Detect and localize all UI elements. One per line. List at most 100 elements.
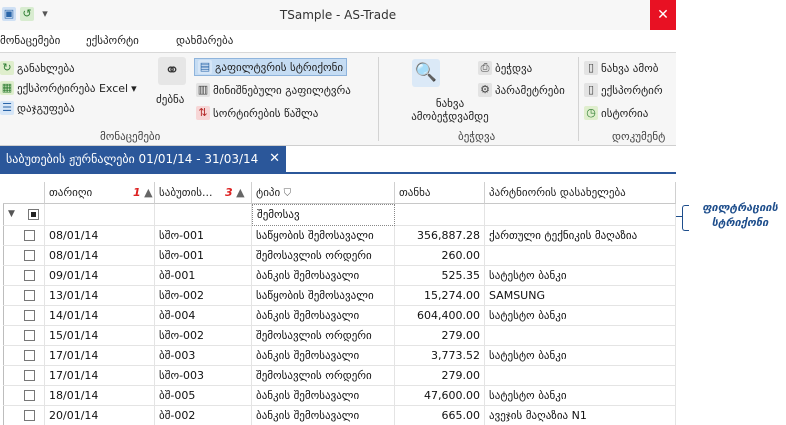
cell-date[interactable]: 20/01/14	[45, 406, 155, 425]
cell-partner[interactable]: SAMSUNG	[485, 286, 676, 306]
filter-cell-partner[interactable]	[485, 204, 676, 226]
row-checkbox[interactable]	[24, 390, 35, 401]
cell-doc[interactable]: ბშ-002	[155, 406, 252, 425]
row-checkbox[interactable]	[24, 370, 35, 381]
cell-amount[interactable]: 260.00	[395, 246, 485, 266]
cell-type[interactable]: შემოსავლის ორდერი	[252, 246, 395, 266]
cell-doc[interactable]: სშო-001	[155, 226, 252, 246]
row-checkbox[interactable]	[24, 410, 35, 421]
table-row[interactable]: 08/01/14 სშო-001 შემოსავლის ორდერი 260.00	[0, 246, 676, 266]
table-row[interactable]: 18/01/14 ბშ-005 ბანკის შემოსავალი 47,600.00…	[0, 386, 676, 406]
doc-export-button[interactable]: ▯ ექსპორტირ	[584, 83, 663, 97]
cell-doc[interactable]: ბშ-005	[155, 386, 252, 406]
column-header-type[interactable]: ტიპი ⛉	[252, 182, 395, 204]
cell-partner[interactable]: ქართული ტექნიკის მაღაზია	[485, 226, 676, 246]
table-row[interactable]: 17/01/14 ბშ-003 ბანკის შემოსავალი 3,773.52 ს…	[0, 346, 676, 366]
cell-type[interactable]: ბანკის შემოსავალი	[252, 306, 395, 326]
cell-type[interactable]: საწყობის შემოსავალი	[252, 226, 395, 246]
cell-date[interactable]: 08/01/14	[45, 226, 155, 246]
cell-amount[interactable]: 279.00	[395, 366, 485, 386]
row-checkbox[interactable]	[24, 330, 35, 341]
print-button[interactable]: ⎙ ბეჭდვა	[478, 61, 532, 75]
history-button[interactable]: ◷ ისტორია	[584, 106, 648, 120]
cell-amount[interactable]: 47,600.00	[395, 386, 485, 406]
filter-cell-doc[interactable]	[155, 204, 252, 226]
cell-doc[interactable]: ბშ-001	[155, 266, 252, 286]
cell-type[interactable]: შემოსავლის ორდერი	[252, 326, 395, 346]
row-checkbox[interactable]	[24, 250, 35, 261]
cell-type[interactable]: საწყობის შემოსავალი	[252, 286, 395, 306]
cell-amount[interactable]: 525.35	[395, 266, 485, 286]
table-row[interactable]: 09/01/14 ბშ-001 ბანკის შემოსავალი 525.35 სატ…	[0, 266, 676, 286]
cell-type[interactable]: ბანკის შემოსავალი	[252, 406, 395, 425]
table-row[interactable]: 14/01/14 ბშ-004 ბანკის შემოსავალი 604,400.0…	[0, 306, 676, 326]
filter-cell-amount[interactable]	[395, 204, 485, 226]
row-checkbox[interactable]	[24, 310, 35, 321]
cell-partner[interactable]: სატესტო ბანკი	[485, 346, 676, 366]
tab-journal[interactable]: საბუთების ჟურნალები 01/01/14 - 31/03/14 …	[0, 146, 286, 172]
cell-type[interactable]: ბანკის შემოსავალი	[252, 346, 395, 366]
cell-date[interactable]: 14/01/14	[45, 306, 155, 326]
clear-sort-button[interactable]: ⇅ სორტირების წაშლა	[196, 106, 318, 120]
cell-doc[interactable]: სშო-001	[155, 246, 252, 266]
cell-partner[interactable]: სატესტო ბანკი	[485, 306, 676, 326]
cell-date[interactable]: 17/01/14	[45, 346, 155, 366]
cell-partner[interactable]: სატესტო ბანკი	[485, 386, 676, 406]
cell-amount[interactable]: 15,274.00	[395, 286, 485, 306]
filter-funnel-icon[interactable]: ⛉	[284, 188, 292, 199]
cell-doc[interactable]: სშო-002	[155, 326, 252, 346]
cell-date[interactable]: 15/01/14	[45, 326, 155, 346]
cell-doc[interactable]: სშო-002	[155, 286, 252, 306]
cell-date[interactable]: 09/01/14	[45, 266, 155, 286]
print-preview-button[interactable]: ნახვა ამობეჭდვამდე	[410, 97, 490, 123]
export-excel-button[interactable]: ▦ ექსპორტირება Excel ▾	[0, 81, 137, 95]
search-button[interactable]: ძებნა	[156, 93, 184, 106]
table-row[interactable]: 08/01/14 სშო-001 საწყობის შემოსავალი 356,88…	[0, 226, 676, 246]
table-row[interactable]: 17/01/14 სშო-003 შემოსავლის ორდერი 279.00	[0, 366, 676, 386]
table-row[interactable]: 15/01/14 სშო-002 შემოსავლის ორდერი 279.00	[0, 326, 676, 346]
cell-doc[interactable]: სშო-003	[155, 366, 252, 386]
cell-partner[interactable]	[485, 366, 676, 386]
cell-amount[interactable]: 279.00	[395, 326, 485, 346]
min-filter-button[interactable]: ▥ მინიშნებული გაფილტვრა	[196, 83, 351, 97]
cell-doc[interactable]: ბშ-004	[155, 306, 252, 326]
column-header-partner[interactable]: პარტნიორის დასახელება	[485, 182, 676, 204]
cell-date[interactable]: 17/01/14	[45, 366, 155, 386]
print-params-button[interactable]: ⚙ პარამეტრები	[478, 83, 565, 97]
row-checkbox[interactable]	[24, 230, 35, 241]
menu-data[interactable]: მონაცემები	[0, 34, 60, 47]
menu-help[interactable]: დახმარება	[176, 34, 233, 47]
cell-type[interactable]: ბანკის შემოსავალი	[252, 266, 395, 286]
cell-amount[interactable]: 3,773.52	[395, 346, 485, 366]
row-checkbox[interactable]	[24, 290, 35, 301]
select-all-checkbox[interactable]	[28, 209, 39, 220]
column-header-date[interactable]: თარიღი 1 ▲	[45, 182, 155, 204]
row-checkbox[interactable]	[24, 350, 35, 361]
cell-date[interactable]: 18/01/14	[45, 386, 155, 406]
column-header-amount[interactable]: თანხა	[395, 182, 485, 204]
cell-amount[interactable]: 604,400.00	[395, 306, 485, 326]
refresh-button[interactable]: ↻ განახლება	[0, 61, 75, 75]
row-checkbox[interactable]	[24, 270, 35, 281]
cell-type[interactable]: ბანკის შემოსავალი	[252, 386, 395, 406]
group-button[interactable]: ☰ დაჯგუფება	[0, 101, 75, 115]
cell-partner[interactable]	[485, 326, 676, 346]
cell-date[interactable]: 08/01/14	[45, 246, 155, 266]
menu-export[interactable]: ექსპორტი	[86, 34, 139, 47]
close-window-button[interactable]: ✕	[650, 0, 676, 30]
filter-cell-date[interactable]	[45, 204, 155, 226]
close-tab-icon[interactable]: ✕	[269, 146, 280, 172]
filter-cell-type[interactable]: შემოსავ	[252, 204, 395, 226]
cell-amount[interactable]: 356,887.28	[395, 226, 485, 246]
cell-doc[interactable]: ბშ-003	[155, 346, 252, 366]
cell-date[interactable]: 13/01/14	[45, 286, 155, 306]
table-row[interactable]: 20/01/14 ბშ-002 ბანკის შემოსავალი 665.00 ავე…	[0, 406, 676, 425]
column-header-doc[interactable]: საბუთის... 3 ▲	[155, 182, 252, 204]
cell-type[interactable]: შემოსავლის ორდერი	[252, 366, 395, 386]
doc-view-button[interactable]: ▯ ნახვა ამობ	[584, 61, 658, 75]
table-row[interactable]: 13/01/14 სშო-002 საწყობის შემოსავალი 15,274…	[0, 286, 676, 306]
filter-row-button[interactable]: ▤ გაფილტვრის სტრიქონი	[194, 58, 348, 76]
cell-partner[interactable]: ავეჯის მაღაზია N1	[485, 406, 676, 425]
cell-amount[interactable]: 665.00	[395, 406, 485, 425]
cell-partner[interactable]: სატესტო ბანკი	[485, 266, 676, 286]
